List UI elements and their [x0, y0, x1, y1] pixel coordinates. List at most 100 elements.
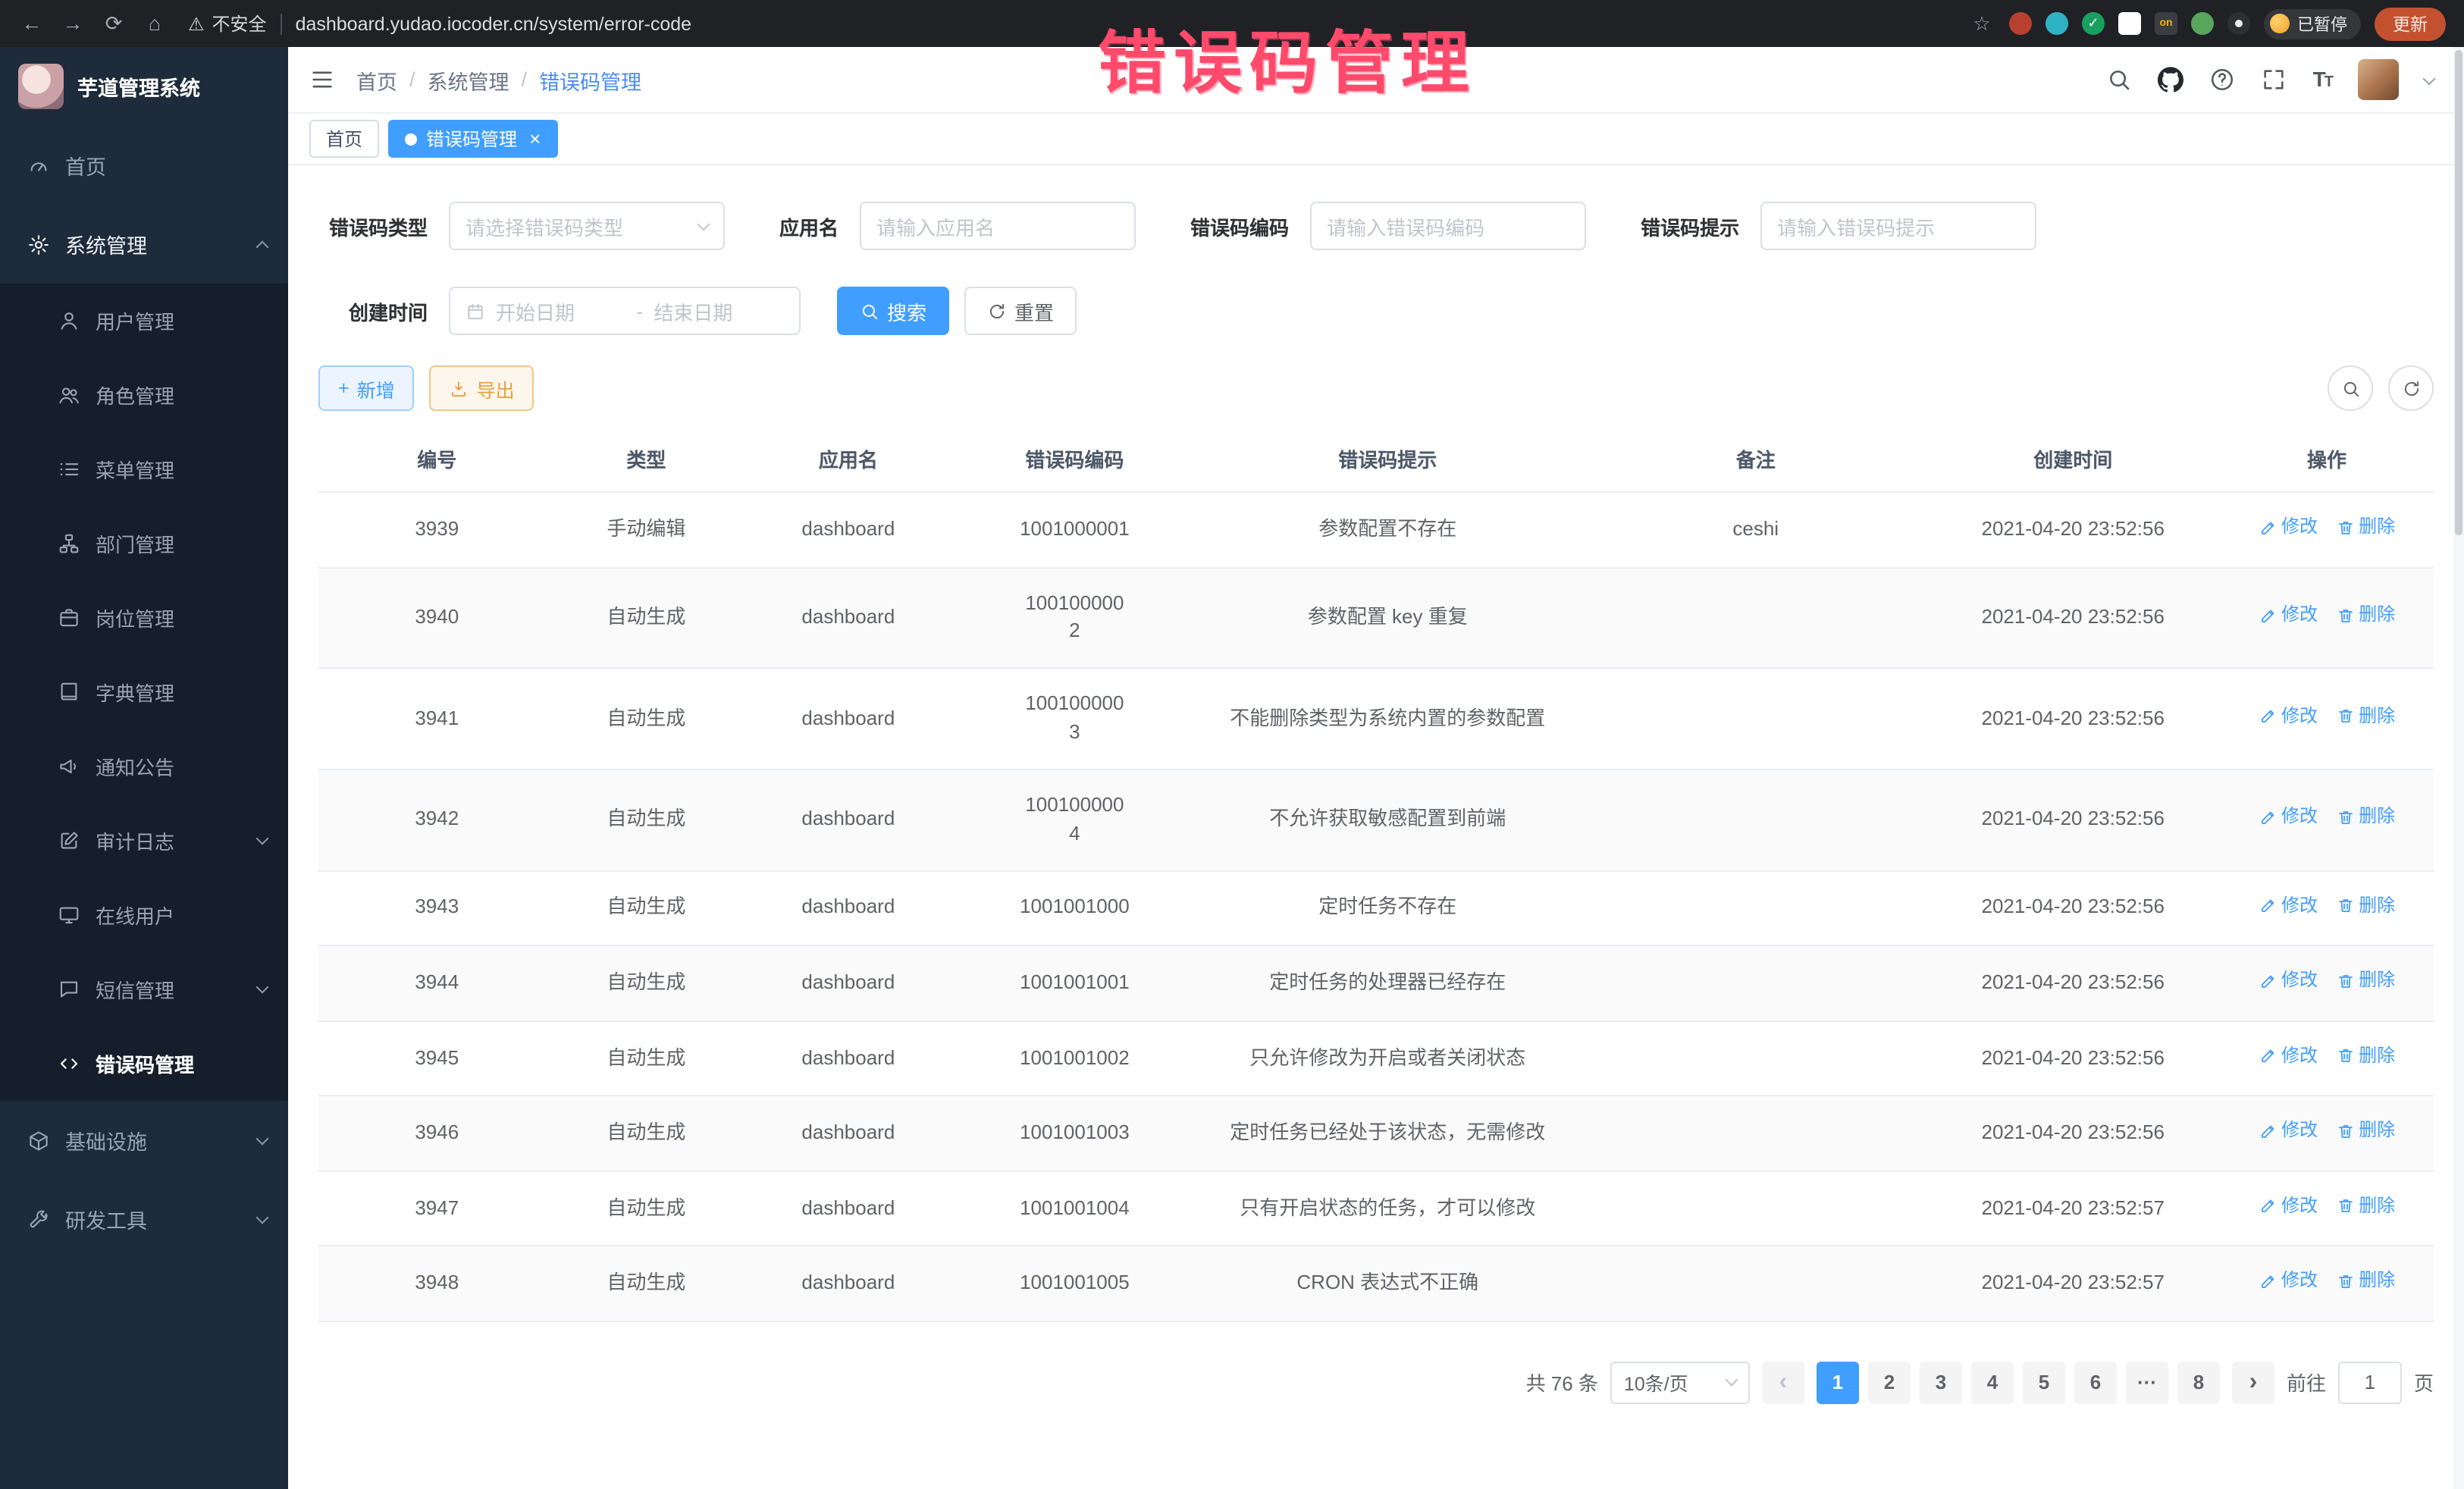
edit-link[interactable]: 修改	[2259, 1193, 2318, 1219]
reset-button[interactable]: 重置	[964, 287, 1077, 335]
extension-icon-3[interactable]: ✓	[2082, 12, 2105, 35]
forward-icon[interactable]: →	[59, 12, 86, 35]
page-number-button[interactable]: 3	[1920, 1362, 1962, 1404]
bookmark-star-icon[interactable]: ☆	[1968, 11, 1995, 36]
search-button[interactable]: 搜索	[837, 287, 949, 335]
sidebar-item-infrastructure[interactable]: 基础设施	[0, 1101, 288, 1180]
next-page-button[interactable]: ›	[2232, 1362, 2274, 1404]
back-icon[interactable]: ←	[18, 12, 45, 35]
delete-link[interactable]: 删除	[2336, 1193, 2395, 1219]
sidebar-item-menus[interactable]: 菜单管理	[0, 432, 288, 506]
page-number-button[interactable]: 5	[2023, 1362, 2065, 1404]
edit-link[interactable]: 修改	[2259, 1042, 2318, 1069]
page-number-button[interactable]: 8	[2177, 1362, 2220, 1404]
page-number-button[interactable]: ···	[2126, 1362, 2168, 1404]
error-type-select[interactable]: 请选择错误码类型	[449, 202, 725, 250]
box-icon	[27, 1129, 50, 1152]
update-button[interactable]: 更新	[2375, 7, 2446, 40]
profile-badge[interactable]: 已暂停	[2264, 8, 2361, 39]
page-number-button[interactable]: 2	[1868, 1362, 1911, 1404]
page-size-select[interactable]: 10条/页	[1610, 1362, 1750, 1404]
edit-link[interactable]: 修改	[2259, 704, 2318, 730]
date-range-picker[interactable]: 开始日期 - 结束日期	[449, 287, 801, 335]
edit-link-label: 修改	[2281, 892, 2318, 919]
delete-link[interactable]: 删除	[2336, 804, 2395, 831]
extension-icon-5[interactable]: on	[2155, 12, 2177, 35]
goto-page-input[interactable]	[2338, 1362, 2402, 1404]
home-icon[interactable]: ⌂	[141, 12, 168, 35]
sidebar-item-users[interactable]: 用户管理	[0, 284, 288, 358]
delete-link[interactable]: 删除	[2336, 704, 2395, 730]
edit-link[interactable]: 修改	[2259, 967, 2318, 994]
extension-icon-7[interactable]	[2227, 12, 2250, 35]
chevron-down-icon[interactable]	[2423, 72, 2436, 85]
collapse-menu-icon[interactable]	[309, 67, 335, 92]
sidebar-item-dictionary[interactable]: 字典管理	[0, 655, 288, 729]
sidebar-item-positions[interactable]: 岗位管理	[0, 581, 288, 655]
column-header-app: 应用名	[737, 426, 959, 492]
gear-icon	[27, 233, 50, 255]
sidebar-item-system[interactable]: 系统管理	[0, 205, 288, 284]
delete-link[interactable]: 删除	[2336, 514, 2395, 541]
extension-icon-2[interactable]	[2045, 12, 2068, 35]
url-bar[interactable]: dashboard.yudao.iocoder.cn/system/error-…	[296, 13, 1955, 34]
user-avatar[interactable]	[2358, 59, 2399, 100]
scrollbar-thumb[interactable]	[2455, 50, 2462, 535]
delete-link[interactable]: 删除	[2336, 602, 2395, 629]
reload-icon[interactable]: ⟳	[100, 11, 127, 36]
download-icon	[450, 378, 469, 398]
page-number-button[interactable]: 4	[1971, 1362, 2014, 1404]
refresh-table-button[interactable]	[2388, 365, 2434, 411]
tab-error-code[interactable]: 错误码管理 ×	[388, 120, 557, 158]
delete-link[interactable]: 删除	[2336, 892, 2395, 919]
extension-icon-6[interactable]	[2191, 12, 2214, 35]
github-icon[interactable]	[2158, 67, 2184, 92]
search-icon[interactable]	[2107, 67, 2133, 92]
add-button[interactable]: + 新增	[318, 365, 415, 411]
edit-link[interactable]: 修改	[2259, 892, 2318, 919]
show-search-button[interactable]	[2328, 365, 2373, 411]
prev-page-button[interactable]: ‹	[1762, 1362, 1804, 1404]
delete-link[interactable]: 删除	[2336, 967, 2395, 994]
edit-link-label: 修改	[2281, 1268, 2318, 1295]
sidebar-item-notices[interactable]: 通知公告	[0, 729, 288, 804]
export-button[interactable]: 导出	[430, 365, 534, 411]
breadcrumb-system[interactable]: 系统管理	[428, 64, 509, 95]
extension-icon-4[interactable]	[2118, 12, 2141, 35]
table-row: 3941 自动生成 dashboard 100100000 3 不能删除类型为系…	[318, 668, 2434, 769]
extension-icon-1[interactable]	[2009, 12, 2032, 35]
error-hint-input[interactable]: 请输入错误码提示	[1760, 202, 2036, 250]
sidebar-item-error-code[interactable]: 错误码管理	[0, 1027, 288, 1101]
font-size-icon[interactable]: TT	[2313, 66, 2332, 93]
logo-row: 芋道管理系统	[0, 47, 288, 126]
sidebar-item-roles[interactable]: 角色管理	[0, 358, 288, 432]
breadcrumb-home[interactable]: 首页	[356, 64, 397, 95]
site-security[interactable]: ⚠ 不安全	[188, 11, 267, 36]
vertical-scrollbar[interactable]	[2453, 47, 2464, 1489]
sidebar-item-sms[interactable]: 短信管理	[0, 952, 288, 1027]
delete-link[interactable]: 删除	[2336, 1042, 2395, 1069]
edit-link[interactable]: 修改	[2259, 1118, 2318, 1144]
edit-link[interactable]: 修改	[2259, 602, 2318, 629]
cell-actions: 修改 删除	[2220, 1020, 2434, 1096]
sidebar-item-departments[interactable]: 部门管理	[0, 506, 288, 581]
close-icon[interactable]: ×	[529, 129, 541, 149]
app-name-input[interactable]: 请输入应用名	[860, 202, 1136, 250]
error-code-input[interactable]: 请输入错误码编码	[1310, 202, 1586, 250]
delete-link[interactable]: 删除	[2336, 1268, 2395, 1295]
sidebar-item-home[interactable]: 首页	[0, 126, 288, 205]
sidebar-item-online-users[interactable]: 在线用户	[0, 878, 288, 952]
edit-link[interactable]: 修改	[2259, 804, 2318, 831]
cell-remark	[1585, 668, 1926, 769]
edit-link[interactable]: 修改	[2259, 1268, 2318, 1295]
fullscreen-icon[interactable]	[2262, 67, 2287, 92]
sidebar-item-devtools[interactable]: 研发工具	[0, 1180, 288, 1259]
page-number-button[interactable]: 6	[2074, 1362, 2117, 1404]
delete-link[interactable]: 删除	[2336, 1118, 2395, 1144]
dashboard-icon	[27, 154, 50, 177]
help-icon[interactable]	[2210, 67, 2236, 92]
tab-home[interactable]: 首页	[309, 120, 379, 158]
edit-link[interactable]: 修改	[2259, 514, 2318, 541]
page-number-button[interactable]: 1	[1817, 1362, 1859, 1404]
sidebar-item-audit-log[interactable]: 审计日志	[0, 804, 288, 878]
